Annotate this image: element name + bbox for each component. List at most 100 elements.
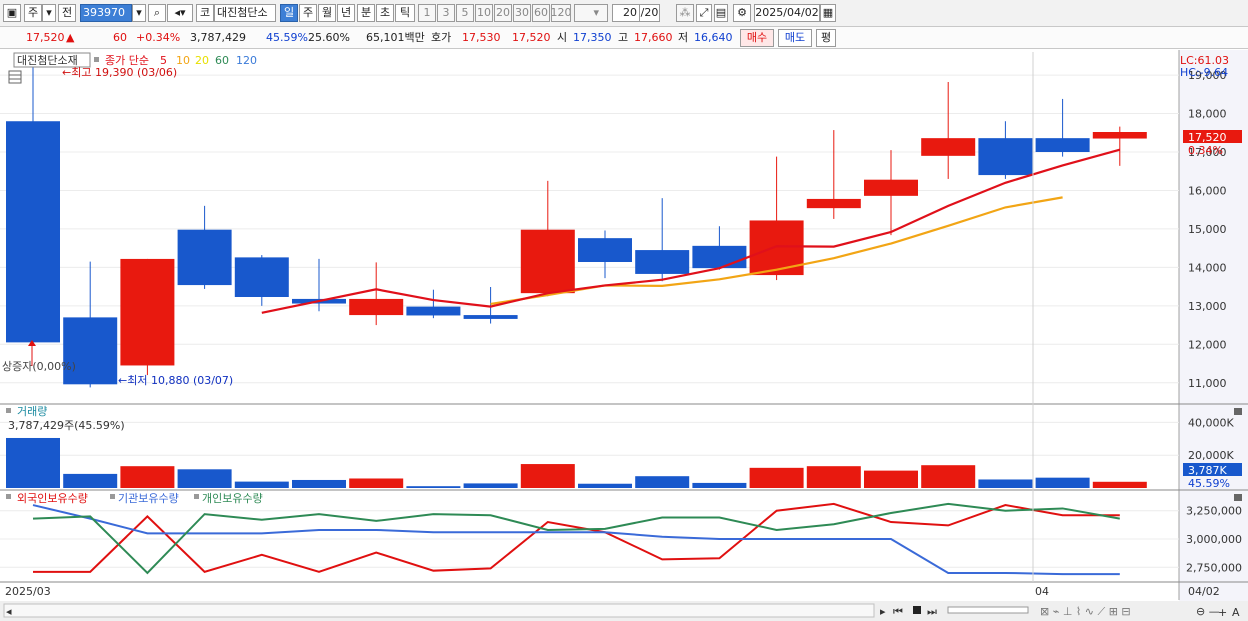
- volume-bar: [635, 476, 690, 488]
- sell-button[interactable]: 매도: [778, 29, 812, 47]
- volume-bar: [1035, 477, 1090, 488]
- period-day-button[interactable]: 일: [280, 4, 298, 22]
- chevron-down-icon[interactable]: ▾: [132, 4, 146, 22]
- period-year-button[interactable]: 년: [337, 4, 355, 22]
- volume-bar: [177, 469, 232, 488]
- turnover-rate: 25.60%: [308, 31, 350, 44]
- candle-body: [578, 238, 632, 262]
- holding-tick-label: 3,000,000: [1186, 533, 1242, 546]
- panel-close-icon[interactable]: [1234, 494, 1242, 501]
- price-tick-label: 13,000: [1188, 300, 1227, 313]
- fast-forward-icon[interactable]: ⏭: [927, 605, 937, 618]
- save-icon[interactable]: ▤: [714, 4, 728, 22]
- gear-icon[interactable]: ⚙: [733, 4, 751, 22]
- interval-30-button[interactable]: 30: [513, 4, 531, 22]
- bid-price: 17,520: [512, 31, 551, 44]
- last-price-label: 17,520: [1188, 131, 1227, 144]
- period-minute-button[interactable]: 분: [357, 4, 375, 22]
- buy-button[interactable]: 매수: [740, 29, 774, 47]
- table-icon[interactable]: [8, 70, 22, 84]
- count-input[interactable]: 20: [612, 4, 640, 22]
- candle-body: [177, 229, 232, 286]
- zoom-in-icon[interactable]: +: [1218, 606, 1227, 619]
- quote-bar: 17,520 ▲ 60 +0.34% 3,787,429 45.59% 25.6…: [0, 27, 1248, 49]
- candle-body: [234, 257, 289, 297]
- code-input[interactable]: 393970: [80, 4, 132, 22]
- text-tool-icon[interactable]: A: [1232, 606, 1240, 619]
- period-second-button[interactable]: 초: [376, 4, 394, 22]
- zoom-out-icon[interactable]: ⊖ —: [1196, 605, 1220, 618]
- price-tick-label: 18,000: [1188, 108, 1227, 121]
- zoom-slider[interactable]: [947, 606, 1029, 614]
- rewind-icon[interactable]: ⏮: [893, 605, 903, 618]
- legend-individual: 개인보유수량: [202, 492, 263, 505]
- market-button[interactable]: 코: [196, 4, 214, 22]
- open-label: 시: [557, 31, 568, 44]
- scroll-right-icon[interactable]: ▸: [880, 605, 886, 618]
- search-icon[interactable]: ⌕: [148, 4, 166, 22]
- scroll-left-icon[interactable]: ◂: [6, 605, 12, 618]
- calendar-icon[interactable]: ▦: [820, 4, 836, 22]
- volume-value: 3,787,429: [190, 31, 246, 44]
- candle-body: [692, 245, 747, 269]
- legend-ma60: 60: [215, 54, 229, 67]
- price-tick-label: 15,000: [1188, 223, 1227, 236]
- candle-body: [349, 298, 404, 316]
- candle-body: [63, 317, 118, 385]
- high-label: 고: [618, 31, 629, 44]
- drawing-tools-icon[interactable]: ⊠ ⌁ ⊥ ⌇ ∿ ⟋ ⊞ ⊟: [1040, 605, 1131, 618]
- interval-120-button[interactable]: 120: [551, 4, 571, 22]
- chevron-down-icon[interactable]: ▾: [42, 4, 56, 22]
- candle-body: [978, 138, 1033, 176]
- eval-button[interactable]: 평: [816, 29, 836, 47]
- volume-tick-label: 20,000K: [1188, 449, 1234, 462]
- period-toggle-button[interactable]: 주: [24, 4, 42, 22]
- interval-3-button[interactable]: 3: [437, 4, 455, 22]
- low-annotation: ←최저 10,880 (03/07): [118, 374, 233, 387]
- volume-bar: [749, 467, 804, 488]
- price-tick-label: 16,000: [1188, 184, 1227, 197]
- horizontal-scrollbar[interactable]: [3, 603, 875, 618]
- interval-10-button[interactable]: 10: [475, 4, 493, 22]
- prev-button[interactable]: 전: [58, 4, 76, 22]
- date-input[interactable]: 2025/04/02: [754, 4, 820, 22]
- last-volume-pct: 45.59%: [1188, 477, 1230, 490]
- legend-institution: 기관보유수량: [118, 492, 179, 505]
- chart-window-icon[interactable]: ▣: [3, 4, 21, 22]
- volume-legend: 거래량: [17, 405, 47, 418]
- interval-20-button[interactable]: 20: [494, 4, 512, 22]
- volume-bar: [292, 479, 346, 488]
- up-triangle-icon: ▲: [66, 31, 75, 44]
- candle-body: [463, 315, 518, 319]
- current-price: 17,520: [26, 31, 65, 44]
- low-label: 저: [678, 31, 689, 44]
- volume-bar: [864, 470, 918, 488]
- x-axis-end: 04/02: [1188, 585, 1220, 598]
- period-month-button[interactable]: 월: [318, 4, 336, 22]
- holding-tick-label: 3,250,000: [1186, 505, 1242, 518]
- interval-5-button[interactable]: 5: [456, 4, 474, 22]
- x-axis-start: 2025/03: [5, 585, 51, 598]
- speaker-icon[interactable]: ◂▾: [167, 4, 193, 22]
- volume-header-value: 3,787,429주(45.59%): [8, 419, 125, 432]
- toolbar: ▣ 주 ▾ 전 393970 ▾ ⌕ ◂▾ 코 대진첨단소 일 주 월 년 분 …: [0, 0, 1248, 27]
- volume-bar: [349, 478, 404, 488]
- volume-bar: [520, 464, 575, 488]
- zoom-icon[interactable]: ⁂: [676, 4, 694, 22]
- period-tick-button[interactable]: 틱: [395, 4, 415, 22]
- stop-icon[interactable]: [913, 606, 921, 614]
- ask-price: 17,530: [462, 31, 501, 44]
- volume-bar: [6, 437, 60, 488]
- custom-interval-select[interactable]: ▾: [574, 4, 608, 22]
- volume-bar: [692, 482, 747, 488]
- panel-close-icon[interactable]: [1234, 408, 1242, 415]
- capital-increase-annotation: 상증자(0,00%): [2, 360, 76, 373]
- volume-bar: [63, 473, 118, 488]
- interval-1-button[interactable]: 1: [418, 4, 436, 22]
- crosshair-icon[interactable]: ⤢: [696, 4, 712, 22]
- interval-60-button[interactable]: 60: [532, 4, 550, 22]
- stock-name-field[interactable]: 대진첨단소: [214, 4, 276, 22]
- period-week-button[interactable]: 주: [299, 4, 317, 22]
- candle-body: [921, 138, 976, 156]
- legend-ma120: 120: [236, 54, 257, 67]
